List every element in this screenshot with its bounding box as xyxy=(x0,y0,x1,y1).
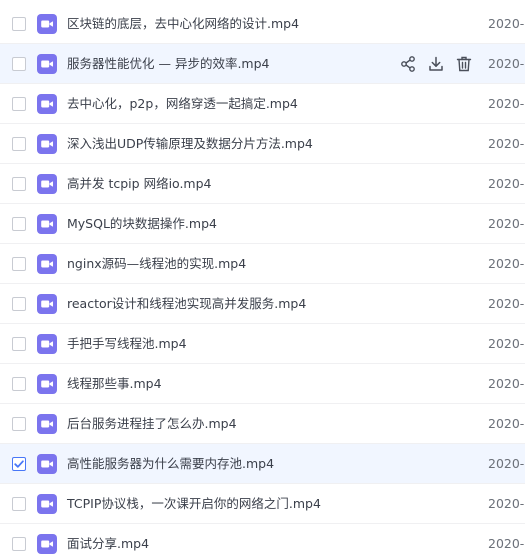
file-date: 2020-0 xyxy=(488,336,525,351)
download-icon[interactable] xyxy=(426,54,446,74)
row-checkbox[interactable] xyxy=(12,457,26,471)
row-checkbox[interactable] xyxy=(12,257,26,271)
file-name[interactable]: 去中心化，p2p，网络穿透一起搞定.mp4 xyxy=(67,84,298,124)
row-checkbox[interactable] xyxy=(12,497,26,511)
file-row[interactable]: 区块链的底层，去中心化网络的设计.mp4 2020-0 xyxy=(0,4,525,44)
row-checkbox[interactable] xyxy=(12,177,26,191)
file-date: 2020-0 xyxy=(488,456,525,471)
video-file-icon xyxy=(37,254,57,274)
file-name[interactable]: nginx源码—线程池的实现.mp4 xyxy=(67,244,246,284)
file-date: 2020-0 xyxy=(488,136,525,151)
file-row[interactable]: nginx源码—线程池的实现.mp4 2020-0 xyxy=(0,244,525,284)
file-name[interactable]: 后台服务进程挂了怎么办.mp4 xyxy=(67,404,237,444)
file-row[interactable]: 去中心化，p2p，网络穿透一起搞定.mp4 2020-0 xyxy=(0,84,525,124)
file-row[interactable]: 面试分享.mp4 2020-0 xyxy=(0,524,525,557)
file-name[interactable]: reactor设计和线程池实现高并发服务.mp4 xyxy=(67,284,306,324)
row-checkbox[interactable] xyxy=(12,337,26,351)
row-checkbox[interactable] xyxy=(12,17,26,31)
file-row[interactable]: TCPIP协议栈，一次课开启你的网络之门.mp4 2020-0 xyxy=(0,484,525,524)
file-row[interactable]: 线程那些事.mp4 2020-0 xyxy=(0,364,525,404)
file-date: 2020-0 xyxy=(488,56,525,71)
video-file-icon xyxy=(37,494,57,514)
video-file-icon xyxy=(37,54,57,74)
row-checkbox[interactable] xyxy=(12,137,26,151)
row-checkbox[interactable] xyxy=(12,377,26,391)
file-date: 2020-0 xyxy=(488,16,525,31)
video-file-icon xyxy=(37,14,57,34)
file-row[interactable]: reactor设计和线程池实现高并发服务.mp4 2020-0 xyxy=(0,284,525,324)
file-name[interactable]: MySQL的块数据操作.mp4 xyxy=(67,204,217,244)
file-name[interactable]: 服务器性能优化 — 异步的效率.mp4 xyxy=(67,44,270,84)
row-checkbox[interactable] xyxy=(12,57,26,71)
file-date: 2020-0 xyxy=(488,96,525,111)
file-row[interactable]: 深入浅出UDP传输原理及数据分片方法.mp4 2020-0 xyxy=(0,124,525,164)
file-name[interactable]: 高性能服务器为什么需要内存池.mp4 xyxy=(67,444,274,484)
file-date: 2020-0 xyxy=(488,376,525,391)
row-checkbox[interactable] xyxy=(12,217,26,231)
video-file-icon xyxy=(37,214,57,234)
file-row[interactable]: 高并发 tcpip 网络io.mp4 2020-0 xyxy=(0,164,525,204)
row-checkbox[interactable] xyxy=(12,297,26,311)
video-file-icon xyxy=(37,374,57,394)
row-checkbox[interactable] xyxy=(12,537,26,551)
file-name[interactable]: 手把手写线程池.mp4 xyxy=(67,324,187,364)
row-checkbox[interactable] xyxy=(12,97,26,111)
file-row[interactable]: 后台服务进程挂了怎么办.mp4 2020-0 xyxy=(0,404,525,444)
file-date: 2020-0 xyxy=(488,536,525,551)
file-name[interactable]: 区块链的底层，去中心化网络的设计.mp4 xyxy=(67,4,299,44)
video-file-icon xyxy=(37,334,57,354)
file-row[interactable]: 高性能服务器为什么需要内存池.mp4 2020-0 xyxy=(0,444,525,484)
video-file-icon xyxy=(37,534,57,554)
row-checkbox[interactable] xyxy=(12,417,26,431)
file-name[interactable]: TCPIP协议栈，一次课开启你的网络之门.mp4 xyxy=(67,484,321,524)
file-name[interactable]: 深入浅出UDP传输原理及数据分片方法.mp4 xyxy=(67,124,313,164)
video-file-icon xyxy=(37,94,57,114)
video-file-icon xyxy=(37,294,57,314)
file-name[interactable]: 高并发 tcpip 网络io.mp4 xyxy=(67,164,212,204)
file-name[interactable]: 面试分享.mp4 xyxy=(67,524,149,557)
file-name[interactable]: 线程那些事.mp4 xyxy=(67,364,162,404)
delete-icon[interactable] xyxy=(454,54,474,74)
file-row[interactable]: MySQL的块数据操作.mp4 2020-0 xyxy=(0,204,525,244)
file-date: 2020-0 xyxy=(488,176,525,191)
video-file-icon xyxy=(37,174,57,194)
file-date: 2020-0 xyxy=(488,216,525,231)
file-row[interactable]: 手把手写线程池.mp4 2020-0 xyxy=(0,324,525,364)
share-icon[interactable] xyxy=(398,54,418,74)
file-date: 2020-0 xyxy=(488,416,525,431)
file-date: 2020-0 xyxy=(488,296,525,311)
file-date: 2020-0 xyxy=(488,256,525,271)
file-date: 2020-0 xyxy=(488,496,525,511)
video-file-icon xyxy=(37,454,57,474)
video-file-icon xyxy=(37,414,57,434)
file-row[interactable]: 服务器性能优化 — 异步的效率.mp4 2020-0 xyxy=(0,44,525,84)
file-list: 区块链的底层，去中心化网络的设计.mp42020-0服务器性能优化 — 异步的效… xyxy=(0,0,525,557)
video-file-icon xyxy=(37,134,57,154)
